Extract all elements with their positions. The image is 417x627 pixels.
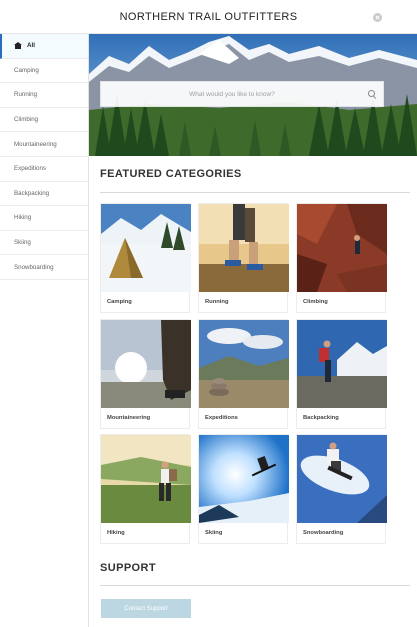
category-card-camping[interactable]: Camping	[100, 203, 191, 313]
close-icon[interactable]	[373, 13, 382, 22]
category-card-expeditions[interactable]: Expeditions	[198, 319, 289, 429]
category-card-mountaineering[interactable]: Mountaineering	[100, 319, 191, 429]
category-image	[101, 204, 191, 292]
sidebar-item-skiing[interactable]: Skiing	[0, 231, 88, 256]
sidebar-item-label: All	[27, 42, 35, 50]
category-card-snowboarding[interactable]: Snowboarding	[296, 434, 387, 544]
category-image	[199, 320, 289, 408]
sidebar-item-label: Hiking	[14, 214, 32, 222]
category-image	[297, 435, 387, 523]
category-card-hiking[interactable]: Hiking	[100, 434, 191, 544]
category-label: Hiking	[107, 530, 125, 536]
sidebar-item-running[interactable]: Running	[0, 83, 88, 108]
sidebar-item-label: Snowboarding	[14, 263, 54, 271]
category-image	[101, 435, 191, 523]
sidebar-item-label: Camping	[14, 66, 39, 74]
hero-banner	[89, 34, 417, 156]
featured-categories-heading: FEATURED CATEGORIES	[100, 168, 242, 180]
sidebar-item-label: Expeditions	[14, 165, 46, 173]
sidebar-item-label: Backpacking	[14, 189, 50, 197]
sidebar-item-climbing[interactable]: Climbing	[0, 108, 88, 133]
category-label: Running	[205, 299, 229, 305]
home-icon	[14, 42, 22, 50]
search-input[interactable]	[101, 82, 383, 106]
category-label: Camping	[107, 299, 132, 305]
sidebar-item-all[interactable]: All	[0, 34, 88, 59]
category-label: Climbing	[303, 299, 328, 305]
header-bar: NORTHERN TRAIL OUTFITTERS	[0, 0, 417, 34]
category-label: Snowboarding	[303, 530, 344, 536]
sidebar-item-label: Skiing	[14, 239, 31, 247]
sidebar-item-camping[interactable]: Camping	[0, 59, 88, 84]
category-label: Backpacking	[303, 415, 339, 421]
sidebar-item-label: Mountaineering	[14, 140, 57, 148]
category-image	[101, 320, 191, 408]
category-image	[297, 320, 387, 408]
sidebar-item-label: Running	[14, 91, 38, 99]
support-heading: SUPPORT	[100, 562, 156, 574]
section-divider	[100, 192, 410, 193]
sidebar-nav: All Camping Running Climbing Mountaineer…	[0, 34, 89, 627]
category-image	[199, 435, 289, 523]
section-divider	[100, 585, 410, 586]
sidebar-item-backpacking[interactable]: Backpacking	[0, 182, 88, 207]
category-label: Expeditions	[205, 415, 238, 421]
sidebar-item-mountaineering[interactable]: Mountaineering	[0, 132, 88, 157]
search-bar[interactable]	[100, 81, 384, 107]
main-content: FEATURED CATEGORIES Camping	[89, 34, 417, 627]
sidebar-item-expeditions[interactable]: Expeditions	[0, 157, 88, 182]
sidebar-item-hiking[interactable]: Hiking	[0, 206, 88, 231]
category-label: Skiing	[205, 530, 223, 536]
search-icon[interactable]	[368, 90, 375, 97]
sidebar-item-label: Climbing	[14, 116, 39, 124]
contact-support-button[interactable]: Contact Support	[101, 599, 191, 618]
category-card-climbing[interactable]: Climbing	[296, 203, 387, 313]
category-card-running[interactable]: Running	[198, 203, 289, 313]
category-image	[199, 204, 289, 292]
category-image	[297, 204, 387, 292]
category-label: Mountaineering	[107, 415, 151, 421]
app-title: NORTHERN TRAIL OUTFITTERS	[119, 11, 298, 23]
category-card-skiing[interactable]: Skiing	[198, 434, 289, 544]
sidebar-item-snowboarding[interactable]: Snowboarding	[0, 255, 88, 280]
category-card-backpacking[interactable]: Backpacking	[296, 319, 387, 429]
